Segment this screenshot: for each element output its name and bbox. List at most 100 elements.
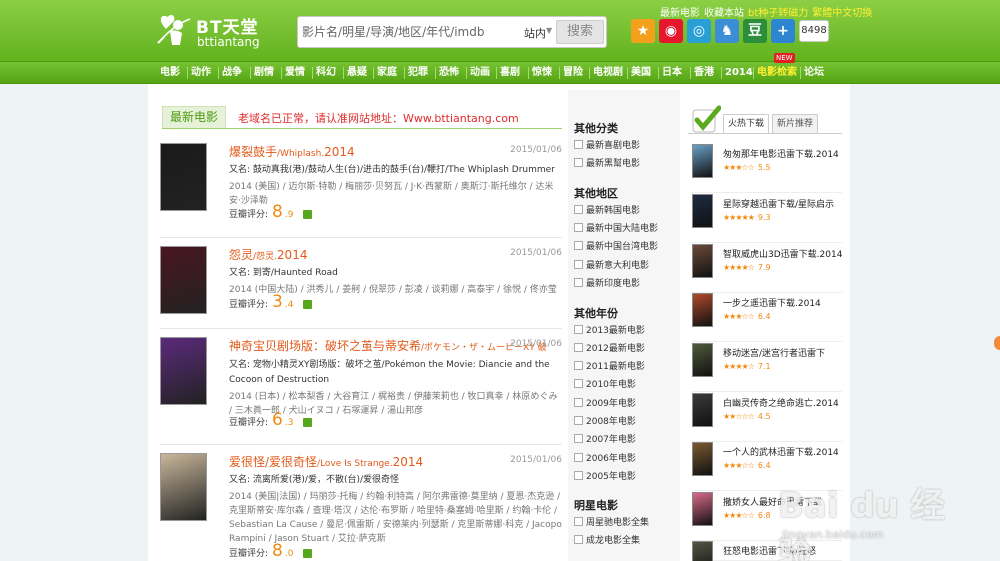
category-link[interactable]: 2010年电影 <box>574 377 636 390</box>
hot-poster[interactable] <box>692 541 713 561</box>
movie-poster[interactable] <box>160 453 207 521</box>
movie-title-sub[interactable]: /Whiplash. <box>277 149 324 159</box>
hot-item[interactable]: 智取威虎山3D迅雷下载.2014 ★★★★☆ 7.9 <box>692 244 842 293</box>
hot-poster[interactable] <box>692 194 713 228</box>
qzone-share-icon[interactable]: ★ <box>631 19 655 43</box>
search-button[interactable]: 搜索 <box>556 20 604 44</box>
hot-item[interactable]: 白幽灵传奇之绝命逃亡.2014 ★★☆☆☆ 4.5 <box>692 393 842 442</box>
top-link[interactable]: 繁體中文切換 <box>812 8 872 19</box>
hot-poster[interactable] <box>692 442 713 476</box>
hot-title[interactable]: 星际穿越迅雷下载/星际启示 <box>723 197 834 210</box>
nav-item[interactable]: 科幻 <box>316 62 336 84</box>
hot-item[interactable]: 一步之遥迅雷下载.2014 ★★★☆☆ 6.4 <box>692 293 842 342</box>
hot-title[interactable]: 白幽灵传奇之绝命逃亡.2014 <box>723 396 839 409</box>
nav-item[interactable]: 剧情 <box>254 62 274 84</box>
hot-title[interactable]: 智取威虎山3D迅雷下载.2014 <box>723 247 842 260</box>
category-link[interactable]: 周星驰电影全集 <box>574 515 649 528</box>
category-link[interactable]: 2013最新电影 <box>574 323 645 336</box>
movie-title-sub[interactable]: /Love Is Strange. <box>317 459 393 469</box>
tencent-weibo-share-icon[interactable]: ◎ <box>687 19 711 43</box>
nav-item[interactable]: 犯罪 <box>408 62 428 84</box>
hot-title[interactable]: 匆匆那年电影迅雷下载.2014 <box>723 147 839 160</box>
category-link[interactable]: 最新印度电影 <box>574 276 640 289</box>
nav-item[interactable]: 电视剧 <box>593 62 623 84</box>
movie-poster[interactable] <box>160 143 207 211</box>
category-link[interactable]: 2006年电影 <box>574 451 636 464</box>
category-link[interactable]: 2012最新电影 <box>574 341 645 354</box>
movie-title-year[interactable]: 2014 <box>324 145 355 159</box>
nav-item[interactable]: 喜剧 <box>500 62 520 84</box>
category-link[interactable]: 2007年电影 <box>574 432 636 445</box>
movie-title-main[interactable]: 怨灵 <box>229 248 253 262</box>
download-icon[interactable] <box>303 300 313 309</box>
download-icon[interactable] <box>303 549 313 558</box>
download-icon[interactable] <box>303 418 313 427</box>
category-link[interactable]: 最新中国台湾电影 <box>574 239 658 252</box>
qq-share-icon[interactable]: ♞ <box>715 19 739 43</box>
hot-title[interactable]: 一步之遥迅雷下载.2014 <box>723 296 821 309</box>
douban-share-icon[interactable]: 豆 <box>743 19 767 43</box>
movie-title-main[interactable]: 爱很怪/爱很奇怪 <box>229 455 317 469</box>
category-link[interactable]: 最新中国大陆电影 <box>574 221 658 234</box>
nav-item[interactable]: 2014 <box>725 62 753 84</box>
nav-item[interactable]: 美国 <box>631 62 651 84</box>
movie-title-sub[interactable]: /怨灵. <box>253 252 277 262</box>
nav-item[interactable]: 电影 <box>160 62 180 84</box>
nav-item[interactable]: 香港 <box>694 62 714 84</box>
tab-new-recommend[interactable]: 新片推荐 <box>772 114 818 134</box>
hot-poster[interactable] <box>692 393 713 427</box>
movie-title-year[interactable]: 2014 <box>277 248 308 262</box>
tab-latest-movies[interactable]: 最新电影 <box>162 106 226 128</box>
hot-item[interactable]: 匆匆那年电影迅雷下载.2014 ★★★☆☆ 5.5 <box>692 144 842 193</box>
nav-item[interactable]: 日本 <box>662 62 682 84</box>
category-link[interactable]: 2009年电影 <box>574 396 636 409</box>
download-icon[interactable] <box>303 210 313 219</box>
hot-item[interactable]: 移动迷宫/迷宫行者迅雷下 ★★★★☆ 7.1 <box>692 343 842 392</box>
movie-title-link[interactable]: 怨灵/怨灵.2014 <box>229 246 307 263</box>
movie-poster[interactable] <box>160 337 207 405</box>
top-link[interactable]: 收藏本站 <box>704 8 744 19</box>
hot-poster[interactable] <box>692 293 713 327</box>
hot-poster[interactable] <box>692 144 713 178</box>
category-link[interactable]: 2005年电影 <box>574 469 636 482</box>
category-link[interactable]: 最新韩国电影 <box>574 203 640 216</box>
movie-title-link[interactable]: 爱很怪/爱很奇怪/Love Is Strange.2014 <box>229 453 423 470</box>
category-link[interactable]: 2008年电影 <box>574 414 636 427</box>
nav-item[interactable]: 论坛 <box>804 62 824 84</box>
hot-item[interactable]: 星际穿越迅雷下载/星际启示 ★★★★★ 9.3 <box>692 194 842 243</box>
tab-hot-download[interactable]: 火热下载 <box>723 114 769 134</box>
hot-title[interactable]: 移动迷宫/迷宫行者迅雷下 <box>723 346 825 359</box>
nav-item[interactable]: 动画 <box>470 62 490 84</box>
category-link[interactable]: 最新喜剧电影 <box>574 138 640 151</box>
nav-item[interactable]: 恐怖 <box>439 62 459 84</box>
nav-item[interactable]: 电影检索 <box>757 62 797 84</box>
top-link[interactable]: 最新电影 <box>660 8 700 19</box>
category-link[interactable]: 最新黑幫电影 <box>574 156 640 169</box>
more-share-icon[interactable]: + <box>771 19 795 43</box>
movie-poster[interactable] <box>160 246 207 314</box>
movie-title-main[interactable]: 爆裂鼓手 <box>229 145 277 159</box>
category-link[interactable]: 最新意大利电影 <box>574 258 649 271</box>
site-logo-subtitle[interactable]: bttiantang <box>197 35 260 49</box>
nav-item[interactable]: 动作 <box>191 62 211 84</box>
cupid-logo-icon[interactable] <box>156 11 192 49</box>
chevron-down-icon[interactable]: ▼ <box>546 26 552 35</box>
nav-item[interactable]: 家庭 <box>377 62 397 84</box>
hot-poster[interactable] <box>692 492 713 526</box>
movie-title-link[interactable]: 神奇宝贝剧场版：破坏之茧与蒂安希/ポケモン・ザ・ムービーXY 破 <box>229 337 547 354</box>
movie-title-link[interactable]: 爆裂鼓手/Whiplash.2014 <box>229 143 355 160</box>
weibo-share-icon[interactable]: ◉ <box>659 19 683 43</box>
hot-poster[interactable] <box>692 244 713 278</box>
category-link[interactable]: 2011最新电影 <box>574 359 645 372</box>
movie-title-year[interactable]: 2014 <box>393 455 424 469</box>
nav-item[interactable]: 战争 <box>222 62 242 84</box>
side-float-handle[interactable] <box>994 336 1000 350</box>
category-link[interactable]: 成龙电影全集 <box>574 533 640 546</box>
movie-title-main[interactable]: 神奇宝贝剧场版：破坏之茧与蒂安希 <box>229 339 421 353</box>
share-count[interactable]: 8498 <box>799 20 829 42</box>
top-link[interactable]: bt种子转磁力 <box>748 8 808 19</box>
nav-item[interactable]: 悬疑 <box>347 62 367 84</box>
nav-item[interactable]: 爱情 <box>285 62 305 84</box>
search-input[interactable] <box>302 21 518 43</box>
search-scope-select[interactable]: 站内 <box>524 25 546 41</box>
